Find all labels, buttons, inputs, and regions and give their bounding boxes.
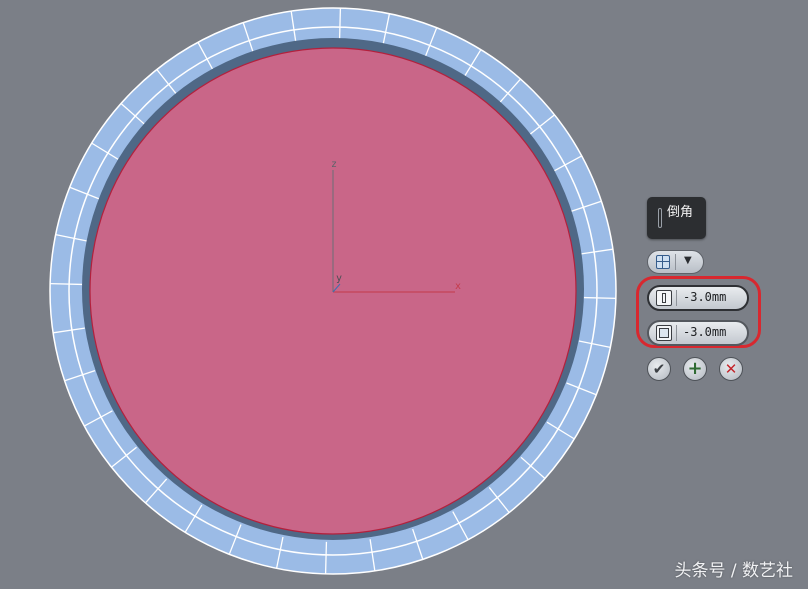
y-axis-label: y <box>336 273 342 284</box>
height-value[interactable]: -3.0mm <box>683 290 726 304</box>
height-spinner[interactable]: -3.0mm <box>647 285 749 311</box>
cancel-button[interactable]: ✕ <box>719 357 743 381</box>
ring-segment-edge <box>324 541 328 574</box>
grid-icon <box>656 255 670 269</box>
z-axis-label: z <box>331 159 337 170</box>
outline-value[interactable]: -3.0mm <box>683 325 726 339</box>
apply-button[interactable]: + <box>683 357 707 381</box>
caddy-title-text: 倒角 <box>667 205 694 220</box>
ok-button[interactable]: ✔ <box>647 357 671 381</box>
x-axis-label: x <box>455 281 461 292</box>
ring-segment-edge <box>338 8 342 41</box>
bevel-caddy-title[interactable]: 倒角 <box>647 197 706 239</box>
outline-spinner[interactable]: -3.0mm <box>647 320 749 346</box>
height-icon <box>656 290 672 306</box>
bevel-type-dropdown[interactable]: ▼ <box>647 250 704 274</box>
ring-segment-edge <box>583 296 616 300</box>
spinner-divider <box>676 325 677 341</box>
viewport[interactable]: z y x 倒角 ▼ -3.0mm -3.0mm ✔ + ✕ 头条号 / 数艺社 <box>0 0 808 589</box>
ring-segment-edge <box>50 282 83 286</box>
grip-icon <box>658 208 662 228</box>
watermark: 头条号 / 数艺社 <box>674 561 793 581</box>
dropdown-divider <box>675 254 676 270</box>
spinner-divider <box>676 290 677 306</box>
chevron-down-icon: ▼ <box>684 255 692 266</box>
outline-icon <box>656 325 672 341</box>
